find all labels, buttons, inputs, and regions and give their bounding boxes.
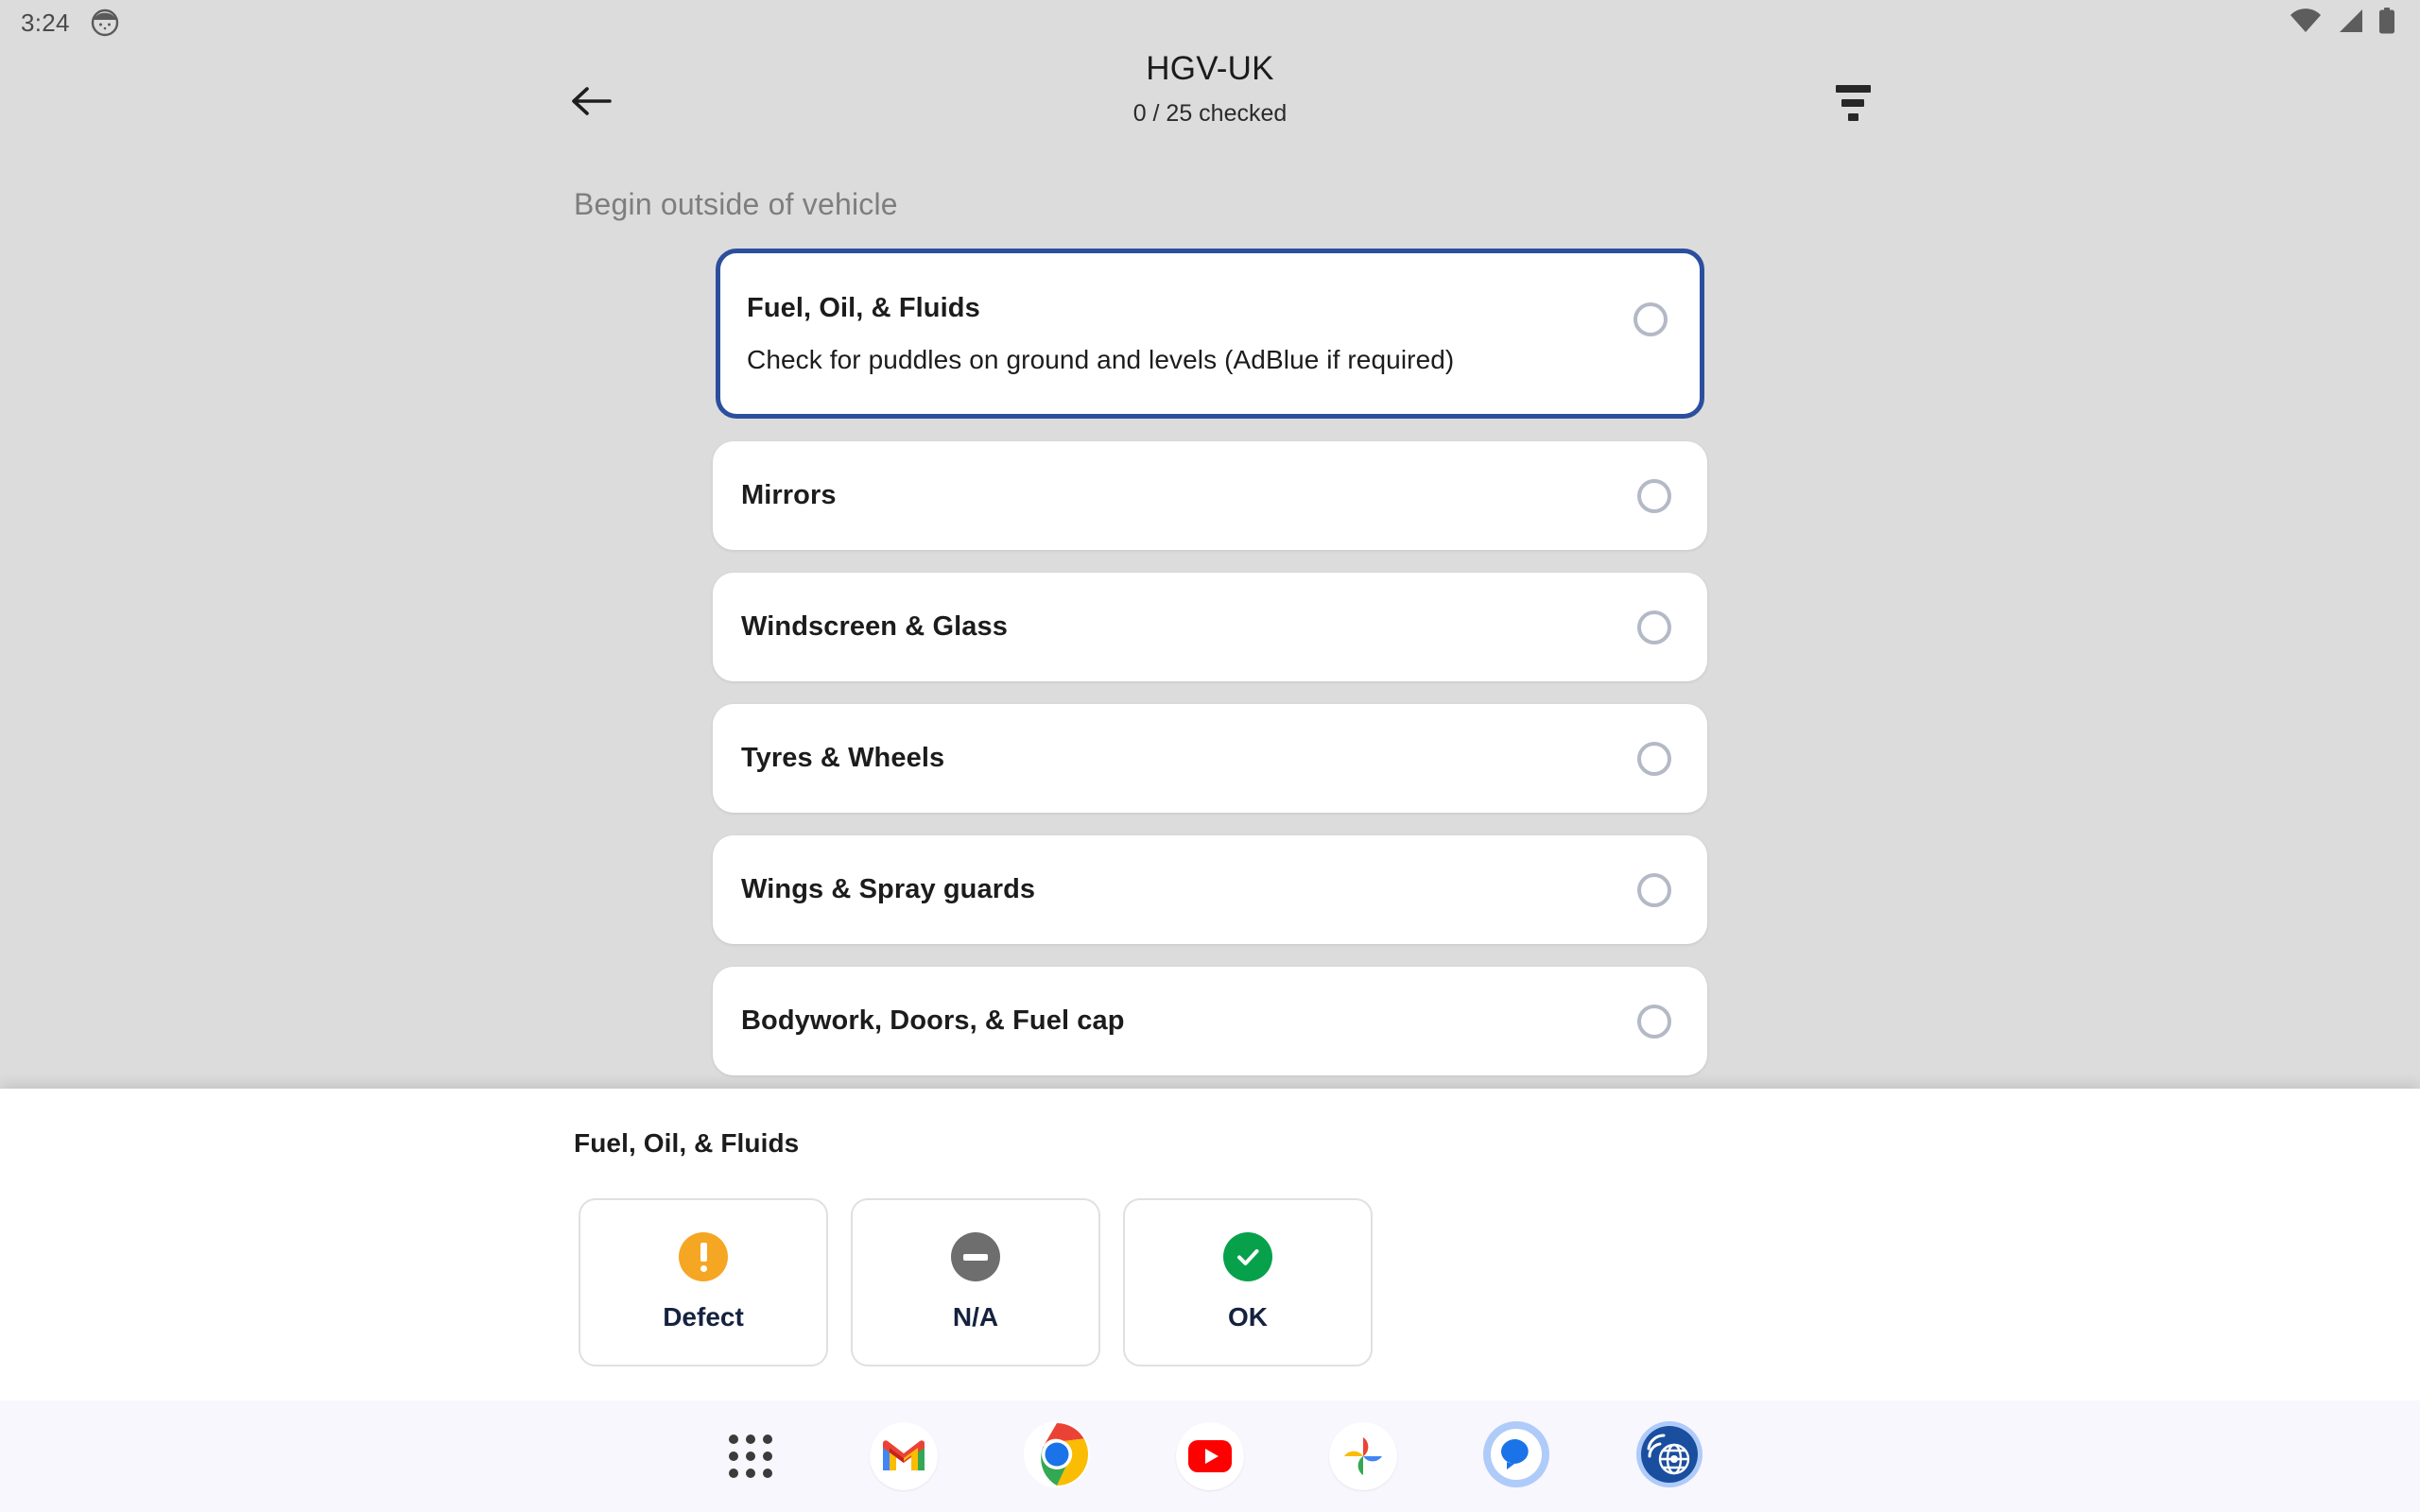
- action-button-label: Defect: [663, 1302, 744, 1332]
- status-bar: 3:24: [0, 0, 2420, 45]
- page-title: HGV-UK: [1146, 50, 1274, 87]
- action-button-defect[interactable]: Defect: [579, 1198, 828, 1366]
- youtube-icon[interactable]: [1173, 1419, 1247, 1493]
- gmail-glyph: [870, 1422, 938, 1490]
- action-button-row: Defect N/A OK: [579, 1198, 2420, 1366]
- battery-icon: [2378, 7, 2395, 39]
- checklist-item-title: Bodywork, Doors, & Fuel cap: [741, 1005, 1125, 1036]
- app-header: HGV-UK 0 / 25 checked: [0, 45, 2420, 161]
- action-button-n-a[interactable]: N/A: [851, 1198, 1100, 1366]
- status-bar-left: 3:24: [21, 9, 119, 38]
- checklist-item-card[interactable]: Tyres & Wheels: [713, 704, 1707, 813]
- photos-pinwheel-glyph: [1329, 1422, 1397, 1490]
- app-drawer-icon[interactable]: [714, 1419, 787, 1493]
- check-circle-icon: [1223, 1232, 1272, 1281]
- face-avatar-icon: [91, 9, 119, 37]
- action-button-label: OK: [1228, 1302, 1268, 1332]
- google-photos-icon[interactable]: [1326, 1419, 1400, 1493]
- bottom-sheet-title: Fuel, Oil, & Fluids: [574, 1128, 800, 1158]
- header-title-block: HGV-UK 0 / 25 checked: [0, 42, 2420, 128]
- status-clock: 3:24: [21, 8, 70, 37]
- checklist-item-radio[interactable]: [1637, 1004, 1671, 1039]
- checklist-item-radio[interactable]: [1637, 872, 1671, 907]
- checklist-item-radio[interactable]: [1637, 610, 1671, 644]
- grid-dots-icon: [729, 1435, 772, 1478]
- checklist-item-title: Fuel, Oil, & Fluids: [747, 292, 980, 323]
- cellular-signal-icon: [2337, 9, 2363, 38]
- checklist-item-card[interactable]: Fuel, Oil, & Fluids Check for puddles on …: [716, 249, 1704, 419]
- youtube-glyph: [1176, 1422, 1244, 1490]
- wifi-icon: [2290, 8, 2322, 38]
- checked-count: 0 / 25 checked: [1132, 100, 1288, 127]
- checklist-items: Fuel, Oil, & Fluids Check for puddles on …: [0, 249, 2420, 1075]
- checklist-item-card[interactable]: Mirrors: [713, 441, 1707, 550]
- checklist-item-description: Check for puddles on ground and levels (…: [747, 344, 1455, 374]
- telematics-globe-icon[interactable]: [1633, 1419, 1706, 1493]
- gmail-icon[interactable]: [867, 1419, 941, 1493]
- filter-icon-bar-2: [1841, 99, 1864, 107]
- system-dock: [0, 1400, 2420, 1512]
- action-bottom-sheet: Fuel, Oil, & Fluids Defect N/A OK: [0, 1089, 2420, 1400]
- chrome-icon[interactable]: [1020, 1419, 1094, 1493]
- checklist-item-card[interactable]: Wings & Spray guards: [713, 835, 1707, 944]
- checklist-item-radio[interactable]: [1637, 478, 1671, 513]
- filter-icon-bar-3: [1847, 113, 1858, 121]
- chrome-glyph: [1023, 1420, 1091, 1493]
- minus-circle-icon: [951, 1232, 1000, 1281]
- checklist-item-title: Wings & Spray guards: [741, 874, 1036, 904]
- action-button-ok[interactable]: OK: [1123, 1198, 1373, 1366]
- google-messages-icon[interactable]: [1479, 1419, 1553, 1493]
- globe-wifi-glyph: [1635, 1420, 1703, 1493]
- checklist-item-title: Windscreen & Glass: [741, 611, 1008, 642]
- checklist-item-radio[interactable]: [1634, 302, 1668, 336]
- checklist-item-card[interactable]: Bodywork, Doors, & Fuel cap: [713, 967, 1707, 1075]
- status-bar-right: [2290, 7, 2395, 39]
- section-label: Begin outside of vehicle: [574, 187, 898, 221]
- filter-icon: [1835, 85, 1871, 93]
- filter-button[interactable]: [1820, 74, 1886, 132]
- messages-bubble-glyph: [1482, 1420, 1550, 1493]
- checklist-item-title: Mirrors: [741, 480, 837, 510]
- checklist-item-card[interactable]: Windscreen & Glass: [713, 573, 1707, 681]
- action-button-label: N/A: [952, 1302, 999, 1332]
- checklist-item-radio[interactable]: [1637, 741, 1671, 776]
- exclamation-circle-icon: [679, 1232, 728, 1281]
- checklist-item-title: Tyres & Wheels: [741, 743, 945, 773]
- checklist-scroll-area[interactable]: Begin outside of vehicle Fuel, Oil, & Fl…: [0, 161, 2420, 1089]
